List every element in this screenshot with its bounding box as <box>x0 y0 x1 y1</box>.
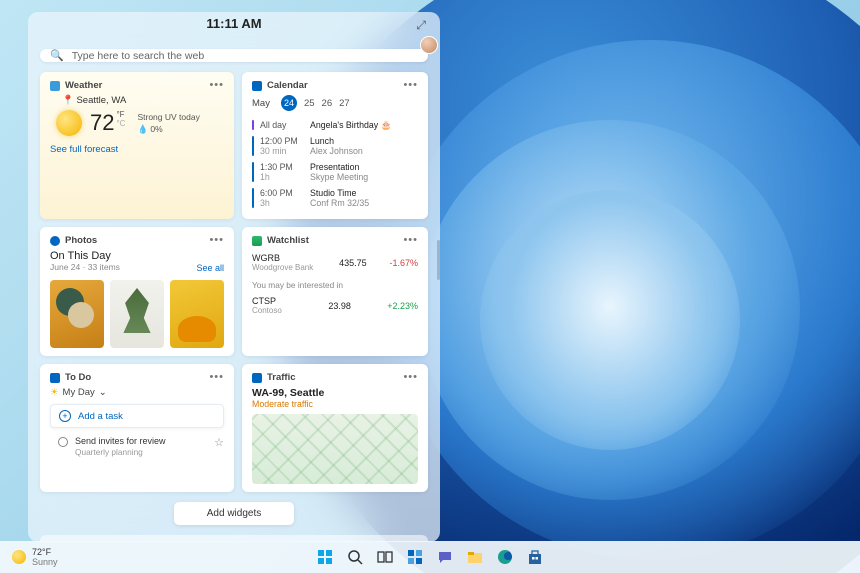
more-icon[interactable]: ••• <box>403 372 418 383</box>
photo-thumbnail[interactable] <box>170 280 224 348</box>
traffic-widget[interactable]: Traffic ••• WA-99, Seattle Moderate traf… <box>242 364 428 492</box>
calendar-event[interactable]: All day Angela's Birthday 🎂 <box>252 117 418 133</box>
traffic-label: Traffic <box>267 372 296 383</box>
search-placeholder: Type here to search the web <box>72 50 205 62</box>
add-widgets-button[interactable]: Add widgets <box>174 502 294 525</box>
task-item[interactable]: Send invites for reviewQuarterly plannin… <box>50 436 224 458</box>
calendar-widget[interactable]: Calendar ••• May 24 25 26 27 All day Ang… <box>242 72 428 219</box>
stock-row[interactable]: CTSPContoso 23.98 +2.23% <box>252 293 418 318</box>
calendar-day[interactable]: 27 <box>339 98 350 109</box>
weather-temp: 72°F°C <box>90 110 125 136</box>
calendar-day[interactable]: 26 <box>322 98 333 109</box>
weather-icon <box>50 81 60 91</box>
todo-icon <box>50 373 60 383</box>
plus-icon: + <box>59 410 71 422</box>
calendar-label: Calendar <box>267 80 308 91</box>
watchlist-widget[interactable]: Watchlist ••• WGRBWoodgrove Bank 435.75 … <box>242 227 428 356</box>
more-icon[interactable]: ••• <box>403 80 418 91</box>
widgets-button[interactable] <box>405 547 425 567</box>
star-icon[interactable]: ☆ <box>214 436 224 449</box>
task-view-button[interactable] <box>375 547 395 567</box>
calendar-event[interactable]: 12:00 PM30 min LunchAlex Johnson <box>252 133 418 159</box>
chat-button[interactable] <box>435 547 455 567</box>
weather-details: Strong UV today 💧 0% <box>137 111 199 135</box>
traffic-route: WA-99, Seattle <box>252 387 418 399</box>
weather-widget[interactable]: Weather ••• 📍 Seattle, WA 72°F°C Strong … <box>40 72 234 219</box>
weather-label: Weather <box>65 80 102 91</box>
calendar-icon <box>252 81 262 91</box>
user-avatar[interactable] <box>420 36 438 54</box>
calendar-event[interactable]: 6:00 PM3h Studio TimeConf Rm 32/35 <box>252 185 418 211</box>
explorer-button[interactable] <box>465 547 485 567</box>
clock-time: 11:11 AM <box>206 16 261 31</box>
more-icon[interactable]: ••• <box>209 372 224 383</box>
watchlist-label: Watchlist <box>267 235 309 246</box>
photos-widget[interactable]: Photos ••• On This Day June 24 · 33 item… <box>40 227 234 356</box>
sun-icon <box>12 550 26 564</box>
calendar-event[interactable]: 1:30 PM1h PresentationSkype Meeting <box>252 159 418 185</box>
photos-title: On This Day <box>50 250 224 262</box>
todo-widget[interactable]: To Do ••• ☀My Day⌄ + Add a task Send inv… <box>40 364 234 492</box>
search-input[interactable]: 🔍 Type here to search the web <box>40 49 428 62</box>
edge-button[interactable] <box>495 547 515 567</box>
widgets-panel: 11:11 AM ⤢ 🔍 Type here to search the web… <box>28 12 440 542</box>
more-icon[interactable]: ••• <box>209 235 224 246</box>
sun-icon <box>56 110 82 136</box>
scrollbar[interactable] <box>437 240 440 280</box>
start-button[interactable] <box>315 547 335 567</box>
store-button[interactable] <box>525 547 545 567</box>
more-icon[interactable]: ••• <box>403 235 418 246</box>
forecast-link[interactable]: See full forecast <box>50 144 224 155</box>
taskbar: 72°FSunny <box>0 541 860 573</box>
chevron-down-icon: ⌄ <box>99 387 107 398</box>
taskbar-weather[interactable]: 72°FSunny <box>0 547 58 567</box>
photos-icon <box>50 236 60 246</box>
calendar-day[interactable]: 25 <box>304 98 315 109</box>
photo-thumbnails[interactable] <box>50 280 224 348</box>
stocks-icon <box>252 236 262 246</box>
search-button[interactable] <box>345 547 365 567</box>
watchlist-hint: You may be interested in <box>252 280 418 290</box>
more-icon[interactable]: ••• <box>209 80 224 91</box>
task-checkbox[interactable] <box>58 437 68 447</box>
add-task-input[interactable]: + Add a task <box>50 404 224 428</box>
calendar-days[interactable]: May 24 25 26 27 <box>252 95 418 111</box>
traffic-status: Moderate traffic <box>252 399 418 409</box>
see-all-link[interactable]: See all <box>196 263 224 273</box>
photo-thumbnail[interactable] <box>50 280 104 348</box>
calendar-day-today[interactable]: 24 <box>281 95 297 111</box>
weather-location: 📍 Seattle, WA <box>62 95 224 106</box>
todo-label: To Do <box>65 372 91 383</box>
my-day-selector[interactable]: ☀My Day⌄ <box>50 387 224 398</box>
photo-thumbnail[interactable] <box>110 280 164 348</box>
expand-icon[interactable]: ⤢ <box>416 18 426 33</box>
photos-label: Photos <box>65 235 97 246</box>
traffic-map[interactable] <box>252 414 418 484</box>
traffic-icon <box>252 373 262 383</box>
stock-row[interactable]: WGRBWoodgrove Bank 435.75 -1.67% <box>252 250 418 275</box>
search-icon: 🔍 <box>50 49 64 62</box>
